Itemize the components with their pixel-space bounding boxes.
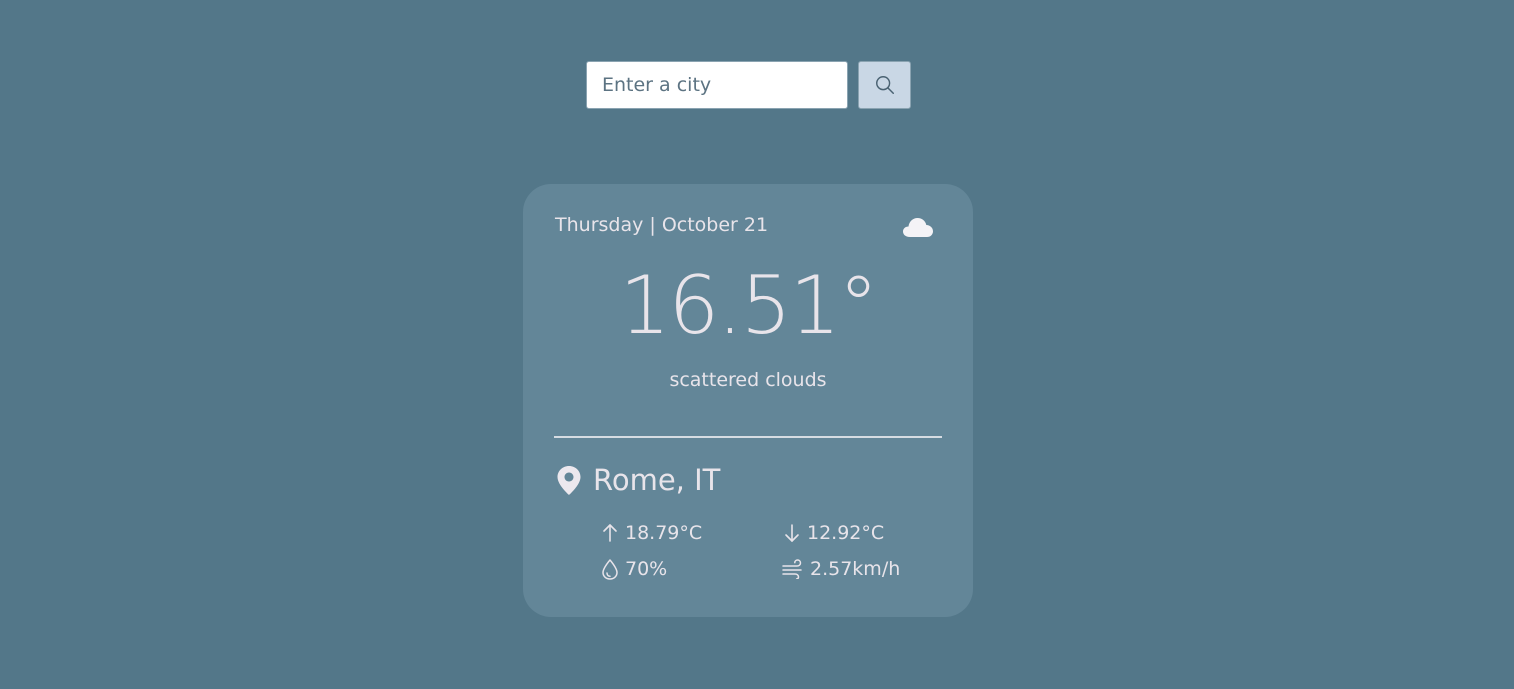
droplet-icon [602, 559, 618, 580]
max-temperature-value: 18.79°C [625, 522, 703, 544]
location-name: Rome, IT [593, 463, 721, 497]
wind-speed: 2.57km/h [782, 558, 900, 580]
arrow-up-icon [603, 524, 617, 542]
wind-icon [782, 559, 802, 579]
search-icon [875, 76, 894, 94]
min-temperature-value: 12.92°C [807, 522, 885, 544]
weather-app: Thursday | October 21 16.51° scattered c… [0, 0, 1514, 689]
humidity: 70% [601, 558, 667, 580]
wind-speed-value: 2.57km/h [810, 558, 901, 580]
current-date: Thursday | October 21 [555, 214, 769, 236]
weather-description: scattered clouds [669, 369, 827, 391]
temperature-value: 16.51° [619, 259, 878, 352]
search-bar [586, 61, 911, 109]
divider [554, 436, 942, 438]
max-temperature: 18.79°C [601, 522, 702, 544]
arrow-down-icon [785, 524, 799, 542]
humidity-value: 70% [625, 558, 668, 580]
city-search-input[interactable] [586, 61, 848, 109]
search-button[interactable] [858, 61, 911, 109]
weather-card [523, 184, 973, 617]
map-pin-icon [557, 466, 581, 495]
cloud-icon [903, 218, 933, 237]
min-temperature: 12.92°C [783, 522, 884, 544]
